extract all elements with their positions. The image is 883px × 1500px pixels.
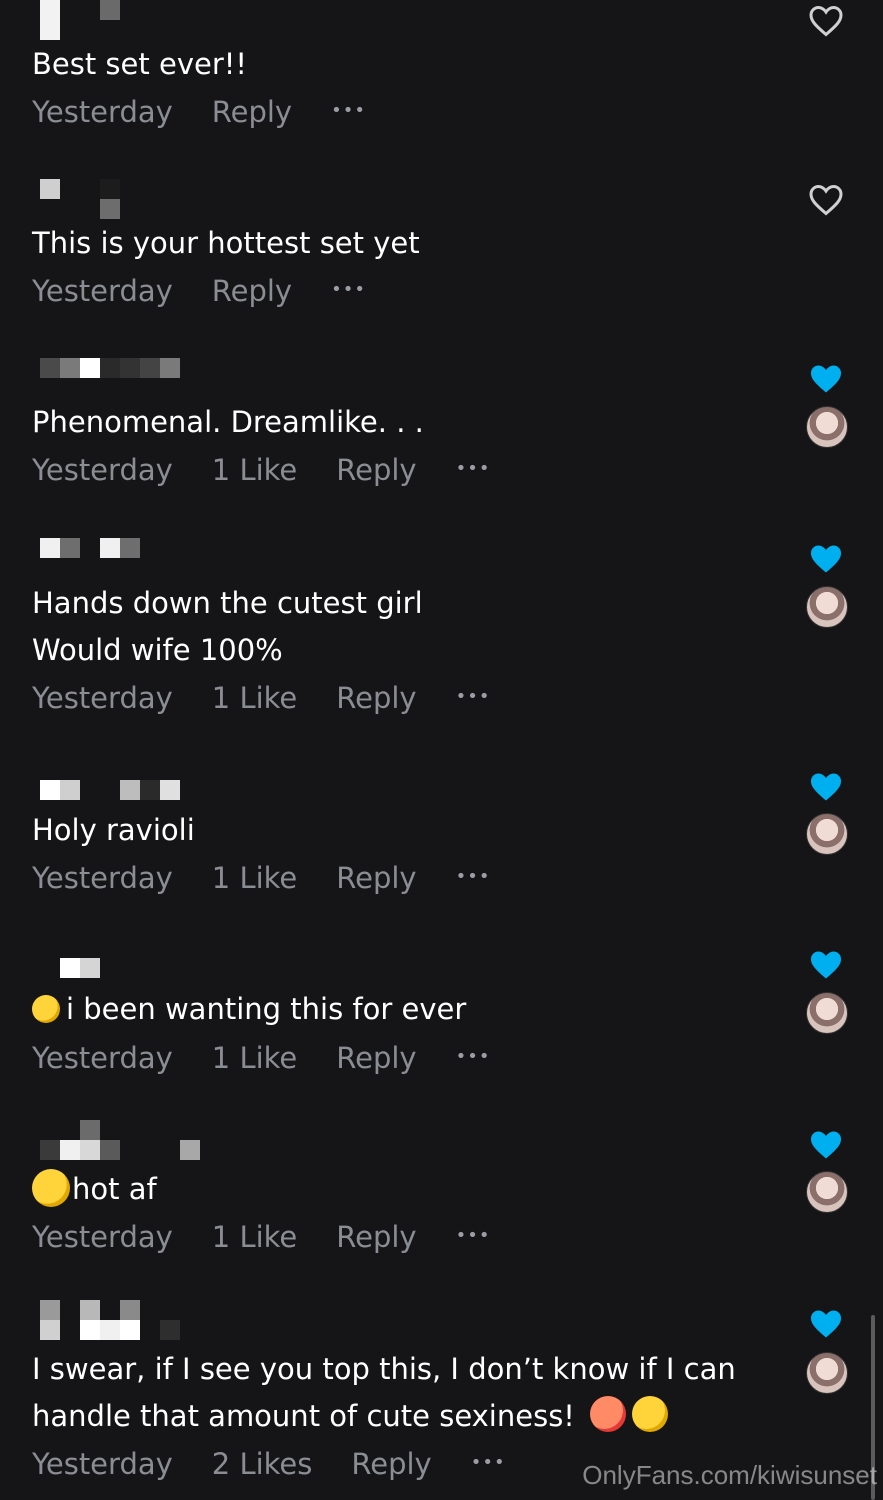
creator-avatar[interactable] [806, 992, 848, 1034]
username-pixelated[interactable] [40, 538, 260, 578]
comment-item: i been wanting this for ever Yesterday 1… [0, 948, 883, 1118]
comment-text: Hands down the cutest girl [32, 586, 423, 620]
comment-meta: Yesterday 1 Like Reply ••• [32, 678, 529, 718]
comment-time: Yesterday [32, 1041, 173, 1075]
heart-icon[interactable] [808, 1128, 844, 1162]
more-dots-icon[interactable]: ••• [331, 100, 366, 121]
comment-meta: Yesterday 1 Like Reply ••• [32, 858, 529, 898]
kissing-face-emoji [32, 1169, 70, 1207]
comment-time: Yesterday [32, 95, 173, 129]
reply-button[interactable]: Reply [336, 453, 416, 487]
more-dots-icon[interactable]: ••• [471, 1452, 506, 1473]
comment-meta: Yesterday 1 Like Reply ••• [32, 1038, 529, 1078]
creator-avatar[interactable] [806, 586, 848, 628]
comment-text-row: hot af [32, 1166, 157, 1213]
username-pixelated[interactable] [40, 358, 260, 398]
comment-text: Holy ravioli [32, 813, 195, 847]
comment-item: This is your hottest set yet Yesterday R… [0, 179, 883, 349]
reply-button[interactable]: Reply [336, 861, 416, 895]
creator-avatar[interactable] [806, 1352, 848, 1394]
drooling-face-emoji [32, 995, 60, 1023]
comment-text: hot af [72, 1172, 157, 1206]
heart-icon[interactable] [808, 770, 844, 804]
creator-avatar[interactable] [806, 1171, 848, 1213]
like-count[interactable]: 1 Like [212, 1041, 298, 1075]
more-dots-icon[interactable]: ••• [331, 279, 366, 300]
more-dots-icon[interactable]: ••• [456, 866, 491, 887]
comment-text: Best set ever!! [32, 47, 247, 81]
username-pixelated[interactable] [40, 1300, 260, 1340]
more-dots-icon[interactable]: ••• [456, 1046, 491, 1067]
heart-icon[interactable] [808, 183, 844, 217]
comment-text-row: handle that amount of cute sexiness! [32, 1393, 674, 1440]
comment-item: Holy ravioli Yesterday 1 Like Reply ••• [0, 768, 883, 938]
comment-time: Yesterday [32, 861, 173, 895]
comment-meta: Yesterday Reply ••• [32, 271, 405, 311]
username-pixelated[interactable] [40, 179, 260, 219]
comment-text-row: i been wanting this for ever [32, 986, 466, 1033]
more-dots-icon[interactable]: ••• [456, 458, 491, 479]
comment-text: Would wife 100% [32, 633, 283, 667]
drooling-face-emoji [632, 1396, 669, 1432]
reply-button[interactable]: Reply [336, 1041, 416, 1075]
more-dots-icon[interactable]: ••• [456, 686, 491, 707]
more-dots-icon[interactable]: ••• [456, 1225, 491, 1246]
comment-time: Yesterday [32, 453, 173, 487]
username-pixelated[interactable] [40, 1120, 260, 1160]
comment-text: handle that amount of cute sexiness! [32, 1399, 575, 1433]
comment-meta: Yesterday Reply ••• [32, 92, 405, 132]
comment-text: i been wanting this for ever [66, 992, 467, 1026]
like-count[interactable]: 1 Like [212, 1220, 298, 1254]
like-count[interactable]: 1 Like [212, 861, 298, 895]
heart-icon[interactable] [808, 1307, 844, 1341]
comment-text: This is your hottest set yet [32, 226, 420, 260]
reply-button[interactable]: Reply [336, 1220, 416, 1254]
comment-item: hot af Yesterday 1 Like Reply ••• [0, 1120, 883, 1290]
reply-button[interactable]: Reply [212, 274, 292, 308]
comment-time: Yesterday [32, 681, 173, 715]
hot-face-emoji [590, 1396, 627, 1432]
reply-button[interactable]: Reply [212, 95, 292, 129]
comment-text: I swear, if I see you top this, I don’t … [32, 1352, 736, 1386]
comment-item: Phenomenal. Dreamlike. . . Yesterday 1 L… [0, 358, 883, 528]
comment-time: Yesterday [32, 274, 173, 308]
comment-time: Yesterday [32, 1447, 173, 1481]
comment-meta: Yesterday 1 Like Reply ••• [32, 450, 529, 490]
comment-meta: Yesterday 2 Likes Reply ••• [32, 1444, 545, 1484]
comment-time: Yesterday [32, 1220, 173, 1254]
like-count[interactable]: 1 Like [212, 681, 298, 715]
comment-item: Hands down the cutest girl Would wife 10… [0, 538, 883, 758]
heart-icon[interactable] [808, 4, 844, 38]
comment-meta: Yesterday 1 Like Reply ••• [32, 1217, 529, 1257]
comment-item: Best set ever!! Yesterday Reply ••• [0, 0, 883, 170]
username-pixelated[interactable] [40, 0, 260, 40]
heart-icon[interactable] [808, 362, 844, 396]
heart-icon[interactable] [808, 948, 844, 982]
creator-avatar[interactable] [806, 406, 848, 448]
reply-button[interactable]: Reply [351, 1447, 431, 1481]
heart-icon[interactable] [808, 542, 844, 576]
comment-text: Phenomenal. Dreamlike. . . [32, 405, 424, 439]
creator-avatar[interactable] [806, 813, 848, 855]
reply-button[interactable]: Reply [336, 681, 416, 715]
like-count[interactable]: 1 Like [212, 453, 298, 487]
like-count[interactable]: 2 Likes [212, 1447, 313, 1481]
watermark: OnlyFans.com/kiwisunset [582, 1460, 877, 1490]
